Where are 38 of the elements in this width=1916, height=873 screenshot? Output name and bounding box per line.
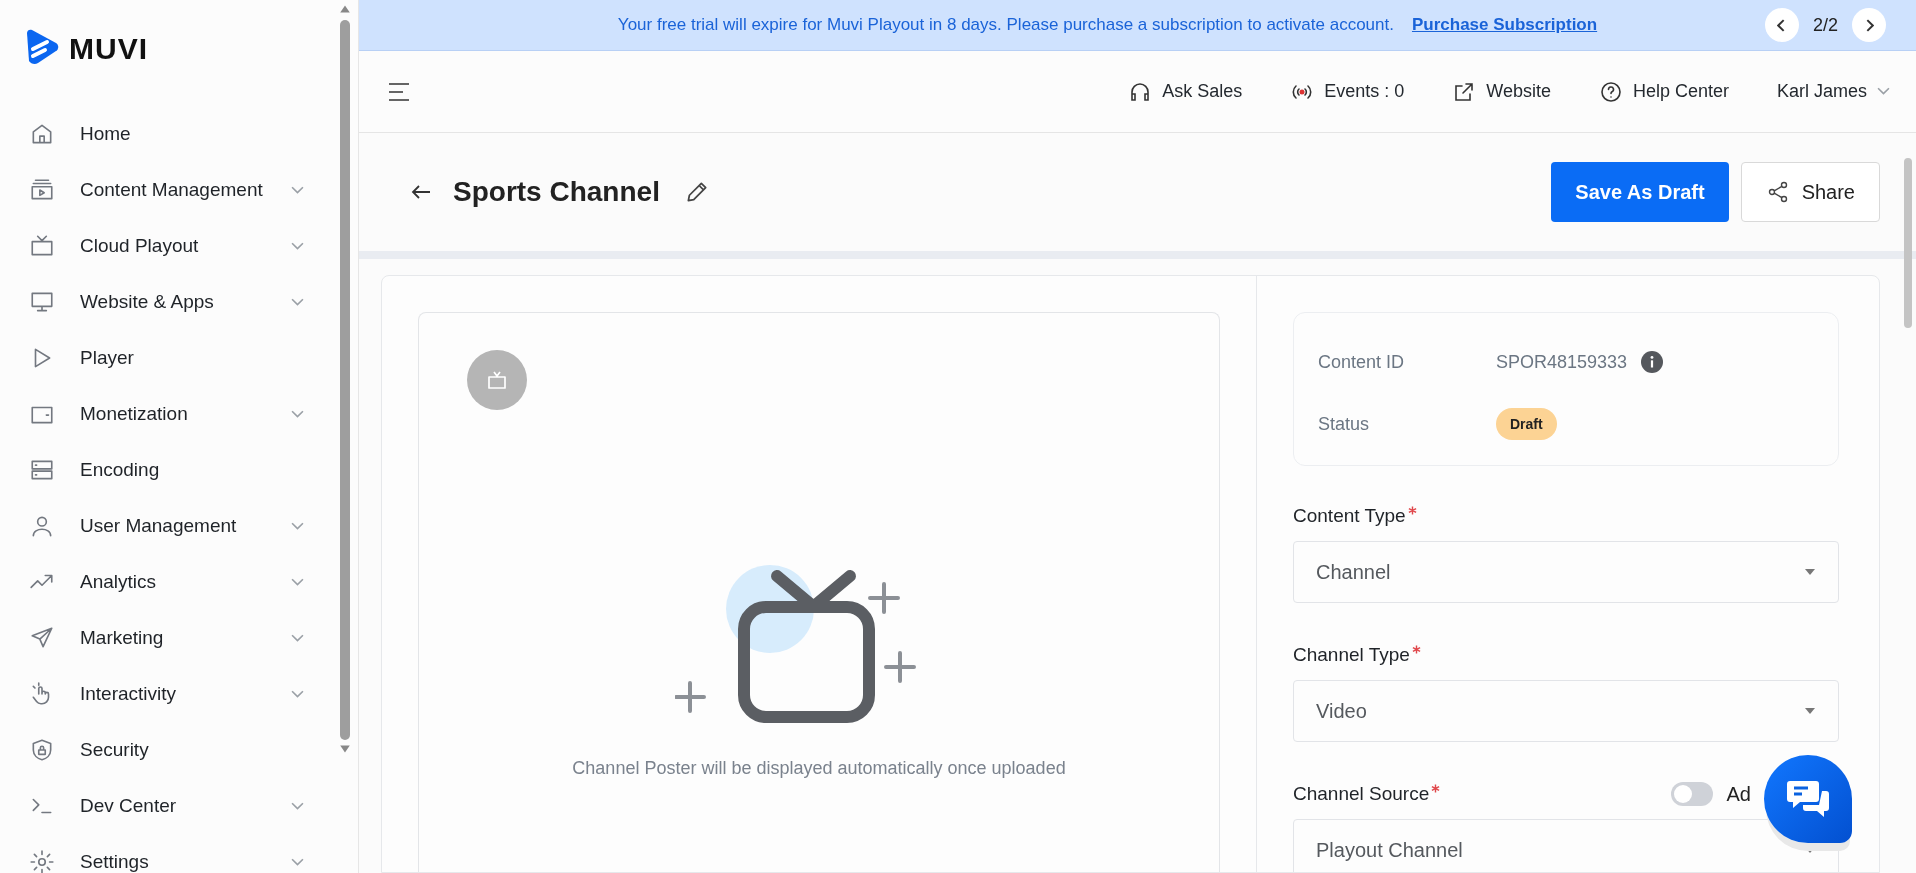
sidebar-item[interactable]: Marketing [0, 610, 304, 666]
field-label: Channel Source [1293, 783, 1430, 805]
field-label: Channel Type [1293, 644, 1410, 666]
sidebar-item[interactable]: Dev Center [0, 778, 304, 834]
sidebar-item[interactable]: Player [0, 330, 304, 386]
content-id: SPOR48159333 [1496, 351, 1628, 373]
select-field[interactable]: Video [1293, 680, 1839, 742]
top-link[interactable]: Help Center [1598, 79, 1729, 104]
sidebar-item[interactable]: User Management [0, 498, 304, 554]
top-link[interactable]: Website [1452, 79, 1551, 104]
poster-caption: Channel Poster will be displayed automatically once uploaded [572, 758, 1066, 779]
banner-message: Your free trial will expire for Muvi Playout in 8 days. Please purchase a subscription to activate account. [617, 15, 1394, 35]
field-label: Content Type [1293, 505, 1406, 527]
sidebar-item[interactable]: Cloud Playout [0, 218, 304, 274]
user-menu[interactable]: Karl James [1776, 81, 1890, 102]
select-field[interactable]: Playout Channel [1293, 819, 1839, 872]
sidebar-item[interactable]: Settings [0, 834, 304, 873]
save-draft-button[interactable]: Save As Draft [1551, 162, 1729, 222]
sidebar-item[interactable]: Home [0, 106, 304, 162]
sidebar-item[interactable]: Security [0, 722, 304, 778]
top-link[interactable]: Ask Sales [1128, 79, 1243, 104]
detail-label: Status [1318, 413, 1371, 435]
brand-name: MUVI [69, 32, 148, 66]
status-badge: Draft [1496, 408, 1557, 440]
select-field[interactable]: Channel [1293, 541, 1839, 603]
purchase-link[interactable]: Purchase Subscription [1411, 15, 1598, 35]
page-counter: 2/2 [1812, 14, 1838, 36]
sidebar-item[interactable]: Website & Apps [0, 274, 304, 330]
share-button[interactable]: Share [1740, 162, 1880, 222]
sidebar-item[interactable]: Content Management [0, 162, 304, 218]
page-title: Sports Channel [453, 176, 660, 208]
sidebar-item[interactable]: Interactivity [0, 666, 304, 722]
top-link[interactable]: Events : 0 [1290, 79, 1405, 104]
toggle-label: Ad [1726, 782, 1751, 806]
sidebar-item[interactable]: Encoding [0, 442, 304, 498]
detail-label: Content ID [1318, 351, 1406, 373]
sidebar-item[interactable]: Analytics [0, 554, 304, 610]
sidebar-item[interactable]: Monetization [0, 386, 304, 442]
